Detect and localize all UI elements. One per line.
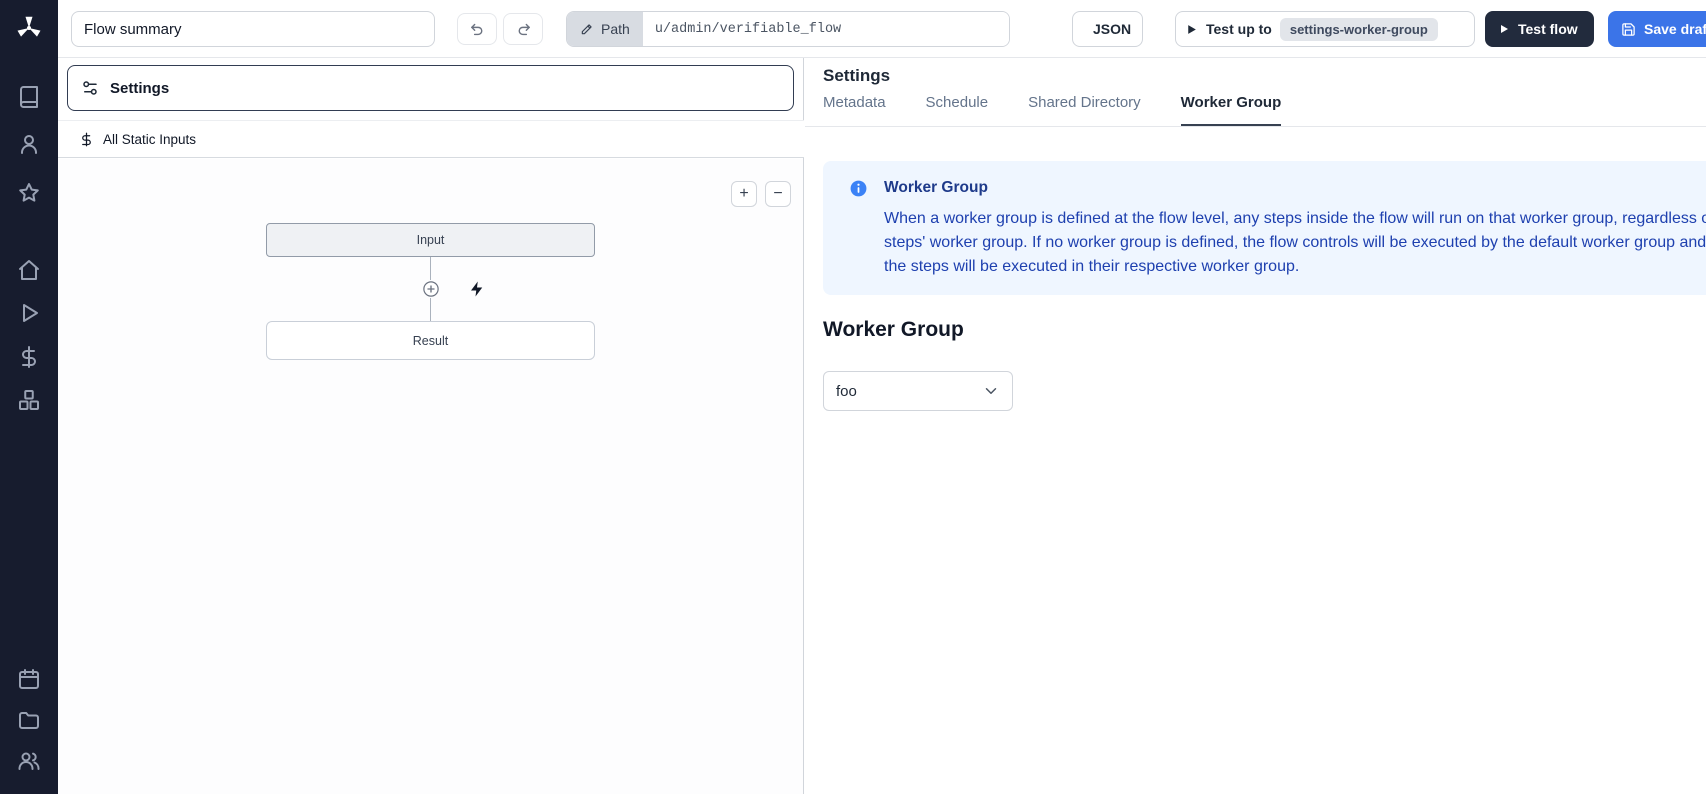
trigger-bolt-button[interactable]	[468, 280, 486, 298]
path-field: Path	[566, 11, 1010, 47]
save-icon	[1621, 22, 1636, 37]
alert-body-line: When a worker group is defined at the fl…	[884, 207, 1706, 231]
json-button-label: JSON	[1093, 21, 1131, 37]
topbar: Path JSON Test up to settings-worker-gro…	[58, 0, 1706, 58]
alert-body-line: steps' worker group. If no worker group …	[884, 231, 1706, 255]
settings-panel-title: Settings	[823, 66, 890, 86]
play-icon	[1185, 23, 1198, 36]
zoom-in-button[interactable]: +	[731, 181, 757, 207]
result-node[interactable]: Result	[266, 321, 595, 360]
groups-users-icon[interactable]	[17, 749, 41, 773]
user-icon[interactable]	[17, 132, 41, 156]
tab-schedule[interactable]: Schedule	[926, 94, 989, 126]
zoom-out-button[interactable]: −	[765, 181, 791, 207]
dollar-icon	[79, 132, 94, 147]
settings-tabs: Metadata Schedule Shared Directory Worke…	[805, 94, 1706, 127]
worker-group-select[interactable]: foo	[823, 371, 1013, 411]
flow-editor-panel: Settings All Static Inputs + − Input Res…	[58, 58, 804, 794]
flow-summary-input[interactable]	[71, 11, 435, 47]
sliders-icon	[81, 79, 99, 97]
undo-button[interactable]	[457, 13, 497, 45]
resources-boxes-icon[interactable]	[17, 388, 41, 412]
alert-body-line: the steps will be executed in their resp…	[884, 255, 1706, 279]
flow-graph-canvas[interactable]: + − Input Result	[58, 159, 803, 794]
test-up-to-step-badge: settings-worker-group	[1280, 18, 1438, 41]
save-draft-button[interactable]: Save draft	[1608, 11, 1706, 47]
alert-text-column: Worker Group When a worker group is defi…	[884, 177, 1706, 279]
redo-icon	[515, 21, 532, 38]
runs-play-icon[interactable]	[17, 301, 41, 325]
play-icon	[1498, 23, 1510, 35]
chevron-down-icon	[982, 382, 1000, 400]
tab-shared-directory[interactable]: Shared Directory	[1028, 94, 1141, 126]
settings-panel: Settings Metadata Schedule Shared Direct…	[805, 58, 1706, 794]
pencil-icon	[580, 22, 594, 36]
test-flow-button[interactable]: Test flow	[1485, 11, 1594, 47]
all-static-inputs-row[interactable]: All Static Inputs	[58, 120, 804, 158]
alert-title: Worker Group	[884, 177, 1706, 199]
worker-group-select-value: foo	[836, 383, 857, 400]
test-up-to-button[interactable]: Test up to settings-worker-group	[1175, 11, 1475, 47]
flow-settings-button[interactable]: Settings	[67, 65, 794, 111]
add-step-button[interactable]	[422, 280, 440, 298]
tab-worker-group[interactable]: Worker Group	[1181, 94, 1282, 126]
variables-dollar-icon[interactable]	[17, 345, 41, 369]
sidebar	[0, 0, 58, 794]
json-button[interactable]: JSON	[1072, 11, 1143, 47]
path-input[interactable]	[643, 12, 1009, 46]
tab-metadata[interactable]: Metadata	[823, 94, 886, 126]
redo-button[interactable]	[503, 13, 543, 45]
flow-settings-label: Settings	[110, 80, 169, 97]
path-label-text: Path	[601, 21, 630, 37]
test-flow-label: Test flow	[1518, 21, 1578, 37]
windmill-logo-icon[interactable]	[14, 13, 44, 43]
schedules-calendar-icon[interactable]	[17, 667, 41, 691]
workspace-icon[interactable]	[17, 85, 41, 109]
save-draft-label: Save draft	[1644, 21, 1706, 37]
favorites-star-icon[interactable]	[17, 181, 41, 205]
worker-group-info-alert: Worker Group When a worker group is defi…	[823, 161, 1706, 295]
folders-icon[interactable]	[17, 708, 41, 732]
home-icon[interactable]	[17, 258, 41, 282]
input-node[interactable]: Input	[266, 223, 595, 257]
all-static-inputs-label: All Static Inputs	[103, 132, 196, 147]
undo-icon	[469, 21, 486, 38]
edit-path-button[interactable]: Path	[567, 12, 643, 46]
worker-group-section-title: Worker Group	[823, 318, 964, 342]
info-icon	[849, 179, 868, 198]
test-up-to-label: Test up to	[1206, 21, 1272, 37]
